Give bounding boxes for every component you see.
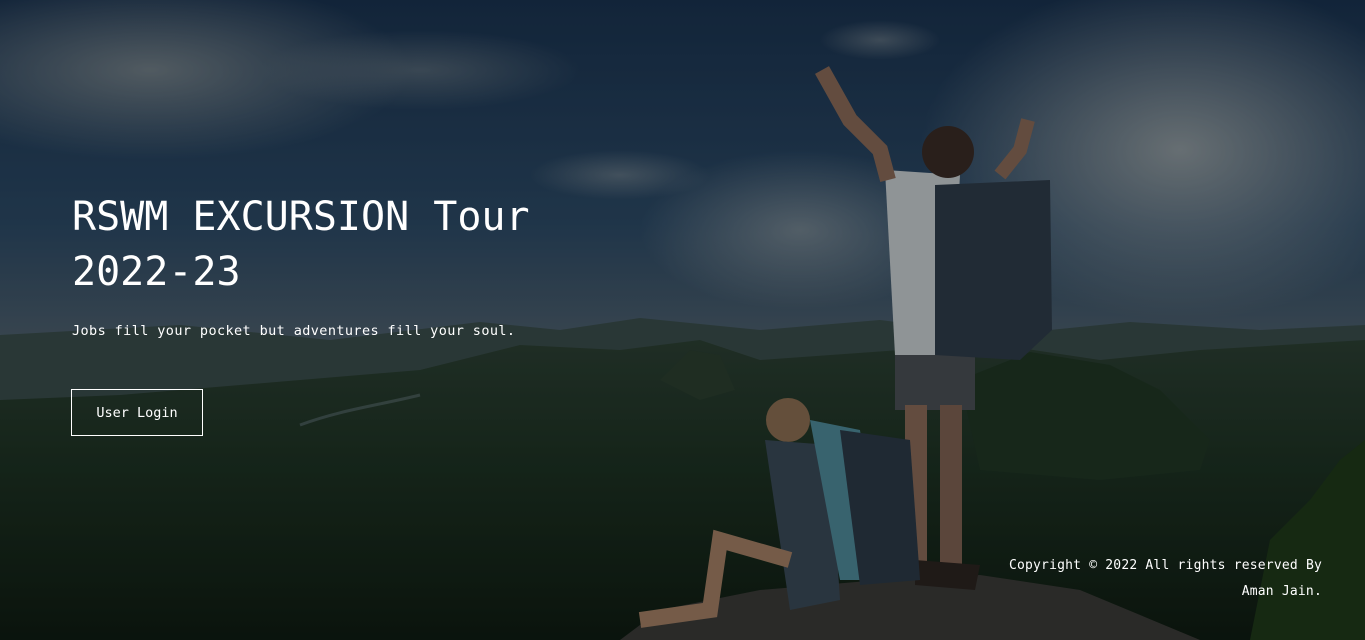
copyright-text: Copyright © 2022 All rights reserved By … (1008, 558, 1322, 599)
background-overlay (0, 0, 1365, 640)
user-login-button[interactable]: User Login (71, 389, 203, 436)
page-title: RSWM EXCURSION Tour 2022-23 (72, 194, 530, 295)
hero-section: RSWM EXCURSION Tour 2022-23 Jobs fill yo… (0, 0, 1365, 640)
tagline: Jobs fill your pocket but adventures fil… (72, 323, 516, 339)
